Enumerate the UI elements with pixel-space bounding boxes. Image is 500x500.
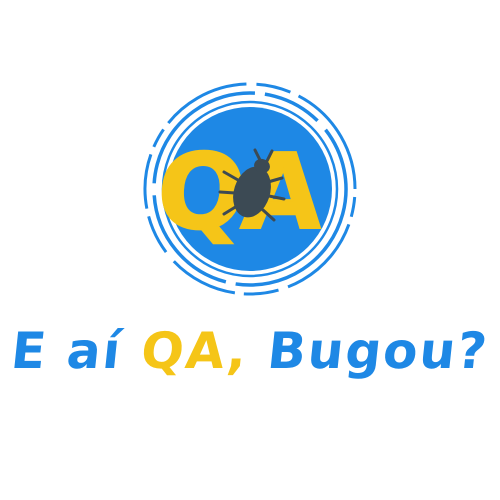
tagline: E aí QA, Bugou? — [0, 316, 500, 386]
tagline-part-2: QA, — [138, 322, 252, 380]
tagline-part-1: E aí — [8, 322, 145, 380]
logo: QA — [143, 82, 357, 296]
tagline-part-3: Bugou? — [245, 322, 492, 380]
page: QA E aí QA, Bugou? — [0, 0, 500, 500]
